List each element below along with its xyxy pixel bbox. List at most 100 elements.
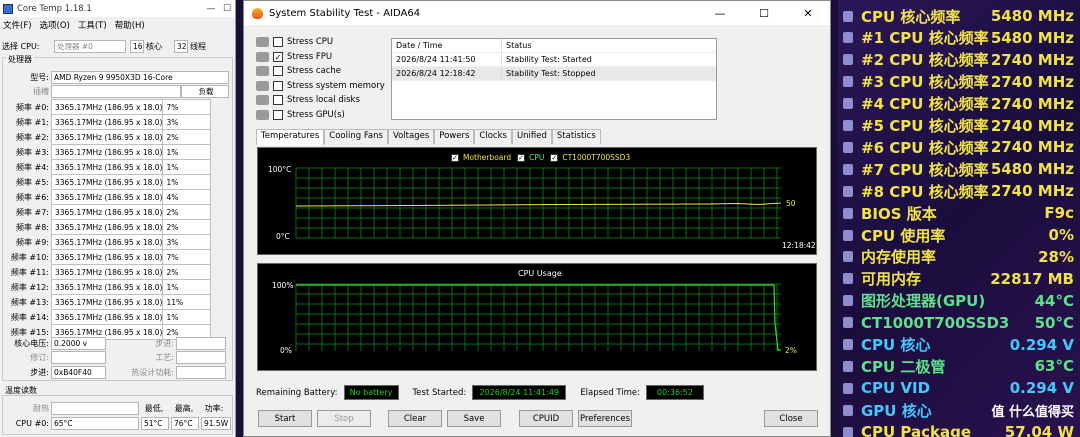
freq-label: 频率 #1: xyxy=(15,118,49,127)
save-button[interactable]: Save xyxy=(447,410,501,427)
log-row[interactable]: 2026/8/24 12:18:42 Stability Test: Stopp… xyxy=(392,67,716,81)
stress-option[interactable]: ✓ Stress FPU xyxy=(256,50,332,64)
freq-row: 3365.17MHz (186.95 x 18.0) 2% xyxy=(50,129,212,145)
osd-label: CPU 核心 xyxy=(861,336,931,354)
freq-value: 3365.17MHz (186.95 x 18.0) xyxy=(50,204,164,220)
sensor-icon xyxy=(843,426,853,437)
freq-row: 3365.17MHz (186.95 x 18.0) 2% xyxy=(50,264,212,280)
usage-title: CPU Usage xyxy=(518,269,562,278)
menu-help[interactable]: 帮助(H) xyxy=(115,19,145,31)
osd-row: #7 CPU 核心频率 5480 MHz xyxy=(838,158,1080,180)
maximize-icon[interactable]: ☐ xyxy=(219,4,235,14)
cpuid-row: 步进: 0xB40F40 热设计功耗: xyxy=(0,366,234,379)
vcore-row: 核心电压: 0.2000 v 步进: xyxy=(0,337,234,350)
load-value: 7% xyxy=(162,99,212,115)
osd-label: CT1000T700SSD3 xyxy=(861,313,1010,332)
load-value: 1% xyxy=(162,144,212,160)
load-value: 1% xyxy=(162,279,212,295)
menu-file[interactable]: 文件(F) xyxy=(3,19,32,31)
cores-label: 核心 xyxy=(146,41,162,51)
menu-tools[interactable]: 工具(T) xyxy=(78,19,107,31)
freq-row: 3365.17MHz (186.95 x 18.0) 7% xyxy=(50,99,212,115)
sensor-icon xyxy=(843,163,853,175)
tab-temperatures[interactable]: Temperatures xyxy=(256,129,325,145)
socket-label: 插槽 xyxy=(33,87,49,96)
freq-label: 频率 #0: xyxy=(15,103,49,112)
coretemp-menubar: 文件(F) 选项(O) 工具(T) 帮助(H) xyxy=(0,17,235,32)
tab-statistics[interactable]: Statistics xyxy=(551,129,601,144)
freq-value: 3365.17MHz (186.95 x 18.0) xyxy=(50,144,164,160)
log-row[interactable]: 2026/8/24 11:41:50 Stability Test: Start… xyxy=(392,53,716,67)
freq-row: 3365.17MHz (186.95 x 18.0) 1% xyxy=(50,279,212,295)
stress-checkbox[interactable]: ✓ xyxy=(273,51,283,62)
tab-cooling-fans[interactable]: Cooling Fans xyxy=(324,129,388,144)
menu-options[interactable]: 选项(O) xyxy=(40,19,70,31)
stress-label: Stress cache xyxy=(287,66,341,76)
legend-label: CT1000T700SSD3 xyxy=(562,153,631,162)
stepping-label: 步进: xyxy=(155,339,174,348)
legend-label: Motherboard xyxy=(463,153,512,162)
min-label: 最低, xyxy=(144,404,164,413)
freq-row: 3365.17MHz (186.95 x 18.0) 4% xyxy=(50,189,212,205)
stress-option[interactable]: Stress cache xyxy=(256,64,341,78)
osd-label: CPU 二极管 xyxy=(861,357,946,376)
osd-row: #5 CPU 核心频率 2740 MHz xyxy=(838,115,1080,137)
aida64-window: System Stability Test - AIDA64 — ☐ ✕ Str… xyxy=(243,0,831,437)
freq-label: 频率 #4: xyxy=(15,163,49,172)
legend-cpu[interactable]: ✓ CPU xyxy=(517,153,544,162)
close-button[interactable]: Close xyxy=(764,410,818,427)
device-icon xyxy=(256,66,269,76)
cpu0-temp-row: CPU #0: 65°C 51°C 76°C 91.5W xyxy=(0,417,234,430)
minimize-icon[interactable]: — xyxy=(698,7,742,20)
log-list[interactable]: Date / Time Status 2026/8/24 11:41:50 St… xyxy=(391,38,717,120)
sensor-icon xyxy=(843,141,853,153)
sensor-icon xyxy=(843,98,853,110)
osd-row: CT1000T700SSD3 50°C xyxy=(838,312,1080,334)
legend-ssd[interactable]: ✓ CT1000T700SSD3 xyxy=(550,153,630,162)
stress-option[interactable]: Stress local disks xyxy=(256,93,360,107)
minimize-icon[interactable]: — xyxy=(203,4,219,14)
freq-value: 3365.17MHz (186.95 x 18.0) xyxy=(50,279,164,295)
osd-value: 0% xyxy=(1048,226,1074,244)
temp-time: 12:18:42 xyxy=(782,241,816,250)
tab-clocks[interactable]: Clocks xyxy=(474,129,512,144)
sensor-icon xyxy=(843,251,853,263)
stress-option[interactable]: Stress GPU(s) xyxy=(256,108,345,122)
freq-label: 频率 #8: xyxy=(15,223,49,232)
processor-select[interactable]: 处理器 #0 xyxy=(54,39,126,53)
legend-checkbox[interactable]: ✓ xyxy=(550,153,559,162)
tj-value xyxy=(51,402,139,415)
osd-label: 内存使用率 xyxy=(861,248,937,267)
osd-row: #4 CPU 核心频率 2740 MHz xyxy=(838,93,1080,115)
stress-checkbox[interactable] xyxy=(273,66,283,76)
cpu0-max: 76°C xyxy=(171,417,199,430)
osd-label: #3 CPU 核心频率 xyxy=(861,73,989,92)
close-icon[interactable]: ✕ xyxy=(786,7,830,20)
preferences-button[interactable]: Preferences xyxy=(578,410,632,427)
start-button[interactable]: Start xyxy=(258,410,312,427)
tab-powers[interactable]: Powers xyxy=(434,129,475,144)
tab-voltages[interactable]: Voltages xyxy=(387,129,435,144)
legend-checkbox[interactable]: ✓ xyxy=(517,153,526,162)
legend-motherboard[interactable]: ✓ Motherboard xyxy=(451,153,511,162)
cpuid-button[interactable]: CPUID xyxy=(519,410,573,427)
maximize-icon[interactable]: ☐ xyxy=(742,7,786,20)
stress-option[interactable]: Stress CPU xyxy=(256,35,333,49)
device-icon xyxy=(256,80,269,91)
load-value: 2% xyxy=(162,264,212,280)
tab-unified[interactable]: Unified xyxy=(511,129,552,144)
osd-value: 2740 MHz xyxy=(990,138,1074,157)
clear-button[interactable]: Clear xyxy=(388,410,442,427)
load-header: 负载 xyxy=(181,85,229,98)
stress-checkbox[interactable] xyxy=(273,37,283,47)
stress-checkbox[interactable] xyxy=(273,109,283,120)
osd-value: 5480 MHz xyxy=(990,28,1074,47)
stress-checkbox[interactable] xyxy=(273,95,283,105)
freq-value: 3365.17MHz (186.95 x 18.0) xyxy=(50,99,164,115)
freq-row: 3365.17MHz (186.95 x 18.0) 11% xyxy=(50,294,212,310)
sensor-icon xyxy=(843,273,853,285)
legend-checkbox[interactable]: ✓ xyxy=(451,153,459,162)
stress-checkbox[interactable] xyxy=(273,80,283,91)
stop-button[interactable]: Stop xyxy=(317,410,371,427)
stress-option[interactable]: Stress system memory xyxy=(256,79,385,93)
